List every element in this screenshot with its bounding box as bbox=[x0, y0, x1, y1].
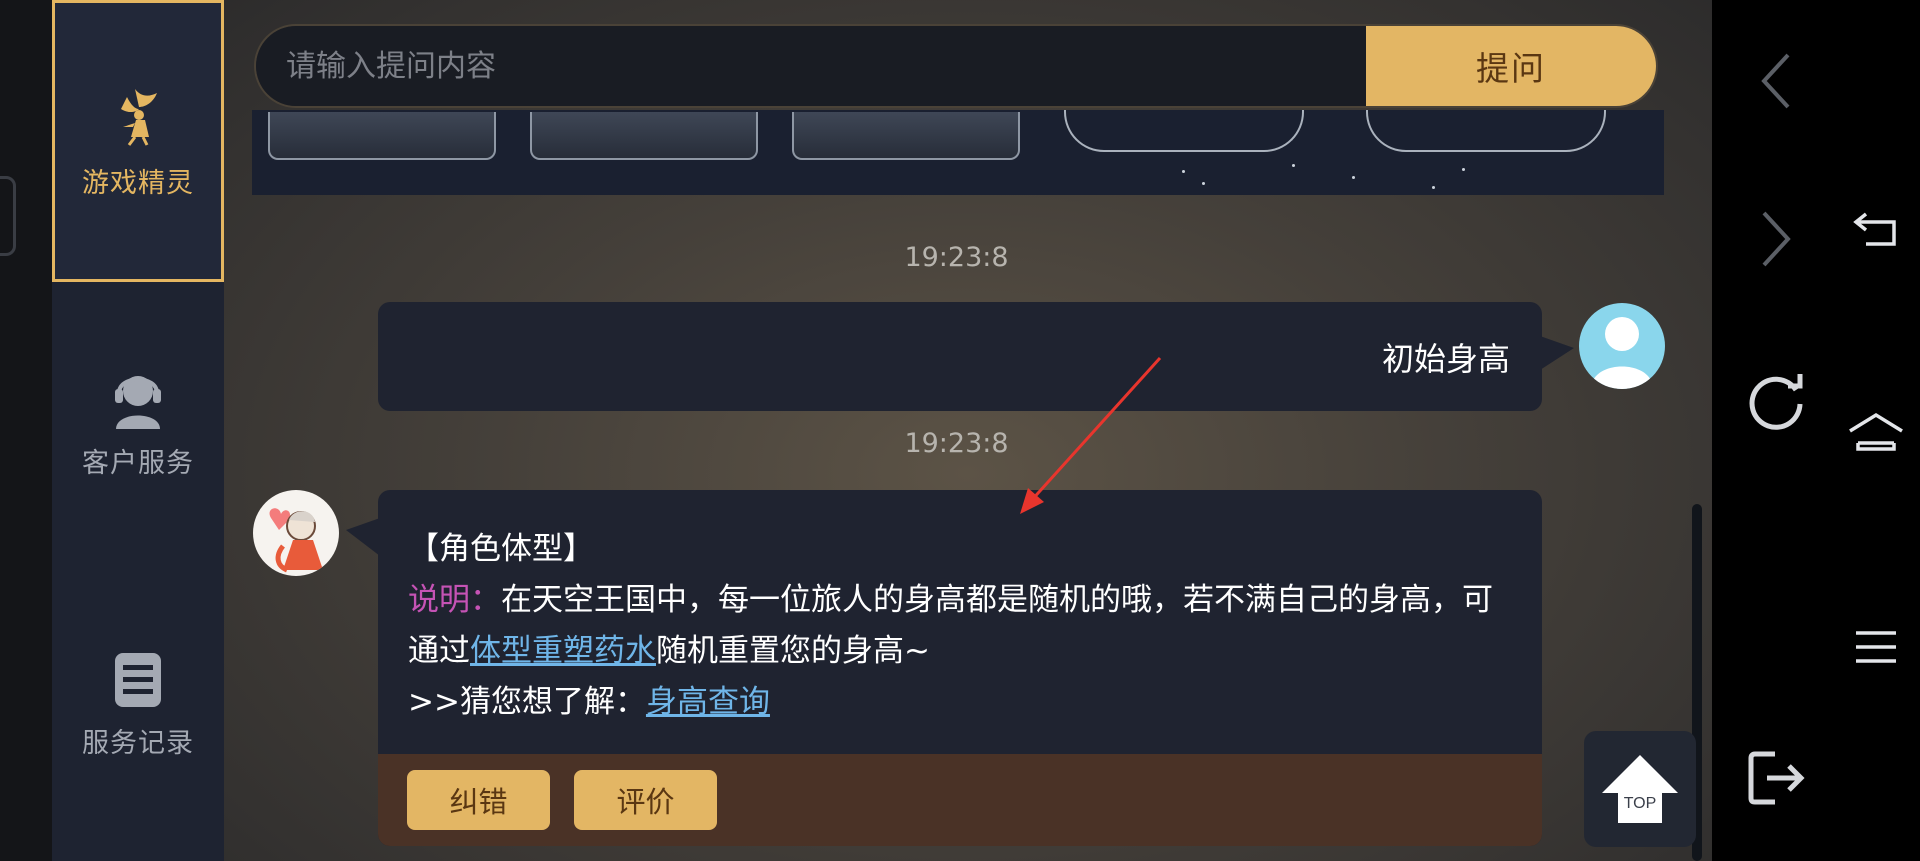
question-input[interactable] bbox=[256, 26, 1366, 106]
banner-pill-1[interactable] bbox=[1064, 110, 1304, 152]
star-dot bbox=[1432, 186, 1435, 189]
bot-message-body: 【角色体型】 说明：在天空王国中，每一位旅人的身高都是随机的哦，若不满自己的身高… bbox=[378, 490, 1542, 728]
user-message-text: 初始身高 bbox=[1381, 339, 1510, 378]
star-dot bbox=[1292, 164, 1295, 167]
timestamp: 19:23:8 bbox=[904, 242, 1009, 273]
android-home-button[interactable] bbox=[1836, 404, 1916, 460]
message-actions: 纠错 评价 bbox=[378, 754, 1542, 846]
menu-icon bbox=[1856, 631, 1896, 663]
search-bar: 提问 bbox=[254, 24, 1658, 108]
reshape-potion-link[interactable]: 体型重塑药水 bbox=[470, 633, 656, 669]
description-label: 说明： bbox=[408, 582, 501, 618]
home-icon bbox=[1849, 412, 1903, 451]
record-list-icon bbox=[115, 652, 161, 707]
sidebar-item-label: 游戏精灵 bbox=[82, 167, 194, 199]
refresh-button[interactable] bbox=[1736, 362, 1816, 442]
sidebar: 游戏精灵 客户服务 服务记录 bbox=[52, 0, 224, 861]
android-back-button[interactable] bbox=[1840, 200, 1912, 256]
exit-button[interactable] bbox=[1736, 738, 1816, 818]
nav-forward-button[interactable] bbox=[1736, 204, 1816, 274]
main-content: 提问 19:23:8 初始身高 19:23:8 【角色体型】 说明：在天空王国中… bbox=[224, 0, 1712, 861]
star-dot bbox=[1182, 170, 1185, 173]
system-nav-bar bbox=[1712, 0, 1920, 861]
banner-pill-2[interactable] bbox=[1366, 110, 1606, 152]
user-silhouette-icon bbox=[1591, 317, 1653, 389]
rate-button[interactable]: 评价 bbox=[574, 770, 717, 830]
bot-message-bubble: 【角色体型】 说明：在天空王国中，每一位旅人的身高都是随机的哦，若不满自己的身高… bbox=[378, 490, 1542, 846]
user-message-bubble: 初始身高 bbox=[378, 302, 1574, 411]
banner-button-1[interactable] bbox=[268, 112, 496, 160]
chevron-left-icon bbox=[1761, 53, 1790, 109]
height-query-link[interactable]: 身高查询 bbox=[646, 684, 770, 720]
suggestion-prefix: >>猜您想了解： bbox=[408, 684, 646, 720]
sidebar-item-label: 客户服务 bbox=[82, 447, 194, 479]
description-text-end: 随机重置您的身高~ bbox=[656, 633, 930, 669]
exit-icon bbox=[1748, 751, 1805, 805]
timestamp: 19:23:8 bbox=[904, 428, 1009, 459]
back-to-top-button[interactable]: TOP bbox=[1584, 731, 1696, 847]
return-arrow-icon bbox=[1853, 212, 1896, 246]
fairy-icon bbox=[121, 88, 157, 146]
star-dot bbox=[1462, 168, 1465, 171]
left-screen-edge bbox=[0, 0, 52, 861]
up-arrow-icon: TOP bbox=[1602, 755, 1678, 823]
feature-banner[interactable] bbox=[252, 110, 1664, 195]
answer-title: 【角色体型】 bbox=[408, 531, 594, 567]
android-menu-button[interactable] bbox=[1840, 622, 1912, 672]
ask-button[interactable]: 提问 bbox=[1366, 26, 1656, 106]
star-dot bbox=[1202, 182, 1205, 185]
banner-button-2[interactable] bbox=[530, 112, 758, 160]
star-dot bbox=[1352, 176, 1355, 179]
fairy-character-icon bbox=[269, 508, 323, 573]
banner-button-3[interactable] bbox=[792, 112, 1020, 160]
bot-bubble-tail bbox=[346, 518, 380, 556]
edge-handle bbox=[0, 176, 16, 256]
sidebar-item-customer-service[interactable]: 客户服务 bbox=[52, 282, 224, 564]
nav-back-button[interactable] bbox=[1736, 46, 1816, 116]
sidebar-item-game-sprite[interactable]: 游戏精灵 bbox=[52, 0, 224, 282]
top-label: TOP bbox=[1624, 795, 1657, 812]
correct-error-button[interactable]: 纠错 bbox=[407, 770, 550, 830]
refresh-icon bbox=[1749, 374, 1803, 430]
bot-avatar bbox=[253, 490, 339, 576]
chevron-right-icon bbox=[1762, 211, 1791, 267]
headset-icon bbox=[115, 375, 161, 429]
sidebar-item-label: 服务记录 bbox=[82, 727, 194, 759]
answer-description: 说明：在天空王国中，每一位旅人的身高都是随机的哦，若不满自己的身高，可通过体型重… bbox=[408, 575, 1512, 677]
suggestion-line: >>猜您想了解：身高查询 bbox=[408, 677, 1512, 728]
user-avatar[interactable] bbox=[1579, 303, 1665, 389]
sidebar-item-service-records[interactable]: 服务记录 bbox=[52, 564, 224, 846]
